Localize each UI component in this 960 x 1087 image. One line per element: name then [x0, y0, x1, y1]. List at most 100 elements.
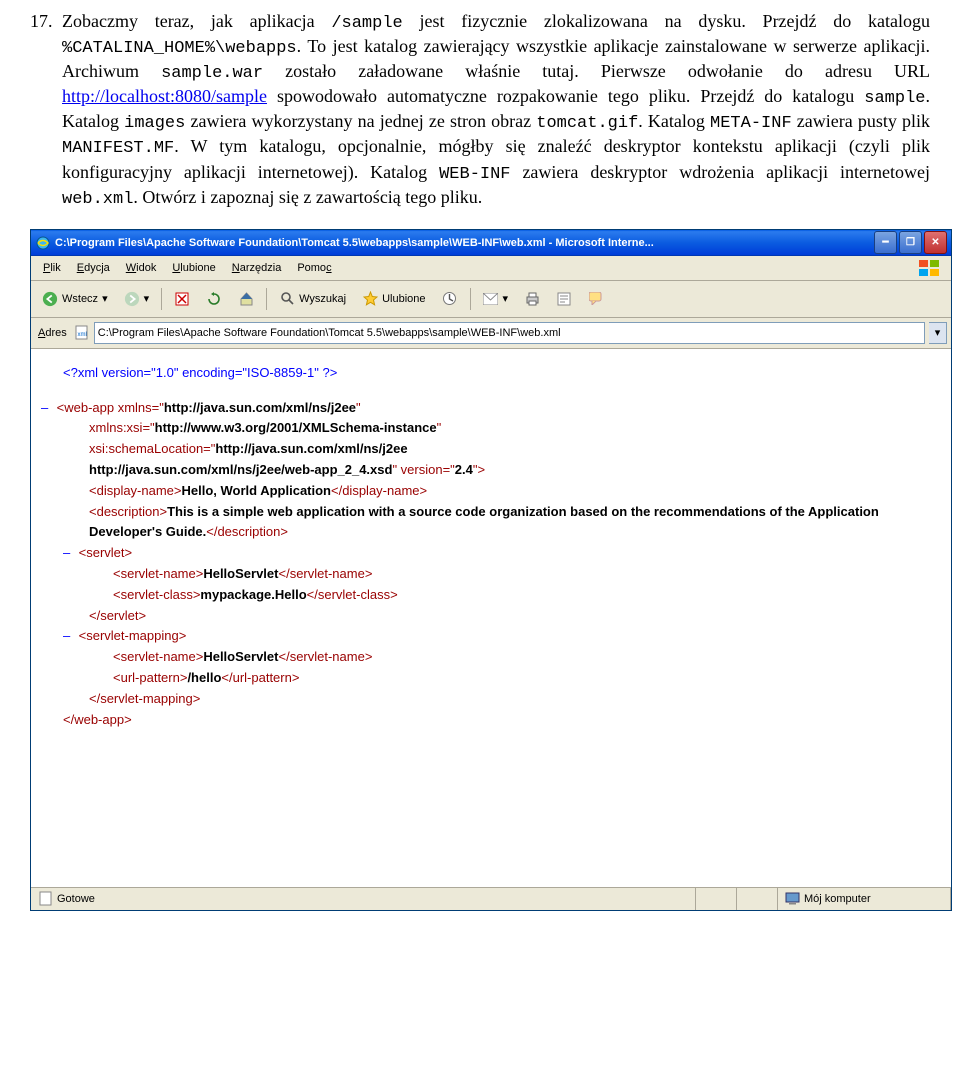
forward-arrow-icon [124, 291, 140, 307]
text: zawiera deskryptor wdrożenia aplikacji i… [511, 162, 930, 182]
back-arrow-icon [42, 291, 58, 307]
menu-pomoc[interactable]: Pomoc [289, 258, 339, 278]
back-button[interactable]: Wstecz ▾ [35, 287, 115, 311]
history-button[interactable] [435, 287, 465, 311]
refresh-button[interactable] [199, 287, 229, 311]
favorites-button[interactable]: Ulubione [355, 287, 432, 311]
xml-text: /hello [187, 670, 221, 685]
xml-tag: <url-pattern> [113, 670, 187, 685]
xml-tag: <web-app xmlns=" [57, 400, 164, 415]
dropdown-arrow-icon: ▾ [144, 292, 150, 306]
xml-attr-val: http://java.sun.com/xml/ns/j2ee [164, 400, 356, 415]
svg-text:xml: xml [78, 332, 87, 338]
address-input[interactable]: C:\Program Files\Apache Software Foundat… [94, 322, 925, 344]
ie-icon [35, 235, 51, 251]
xml-tag: " [356, 400, 361, 415]
xml-tag: <display-name> [89, 483, 182, 498]
xml-file-icon: xml [74, 325, 90, 341]
code: META-INF [710, 114, 792, 133]
home-icon [238, 291, 254, 307]
status-empty-1 [696, 888, 737, 910]
xml-tag: </url-pattern> [221, 670, 299, 685]
xml-text: mypackage.Hello [200, 587, 306, 602]
xml-tag: <servlet> [79, 545, 132, 560]
edit-button[interactable] [549, 287, 579, 311]
xml-tag: " [437, 420, 442, 435]
text: zostało załadowane właśnie tutaj. Pierws… [263, 61, 930, 81]
text: Zobaczmy teraz, jak aplikacja [62, 11, 331, 31]
status-text-panel: Gotowe [31, 888, 696, 910]
address-bar: Adres xml C:\Program Files\Apache Softwa… [31, 318, 951, 349]
url-link[interactable]: http://localhost:8080/sample [62, 86, 267, 106]
search-button[interactable]: Wyszukaj [272, 287, 353, 311]
xml-tag: <description> [89, 504, 167, 519]
menu-widok[interactable]: Widok [118, 258, 165, 278]
refresh-icon [206, 291, 222, 307]
address-value: C:\Program Files\Apache Software Foundat… [98, 326, 561, 340]
titlebar: C:\Program Files\Apache Software Foundat… [31, 230, 951, 256]
code: web.xml [62, 190, 133, 209]
mail-button[interactable]: ▾ [476, 287, 516, 311]
content-area: <?xml version="1.0" encoding="ISO-8859-1… [31, 349, 951, 887]
discuss-button[interactable] [581, 287, 611, 311]
menu-plik[interactable]: Plik [35, 258, 69, 278]
xml-attr-val: 2.4 [455, 462, 473, 477]
code: sample.war [161, 64, 263, 83]
windows-flag-icon [911, 257, 947, 279]
xml-tag: " version=" [392, 462, 454, 477]
star-icon [362, 291, 378, 307]
text: jest fizycznie zlokalizowana na dysku. P… [403, 11, 930, 31]
text: . Otwórz i zapoznaj się z zawartością te… [133, 187, 482, 207]
code: tomcat.gif [536, 114, 638, 133]
collapse-toggle[interactable]: – [63, 543, 75, 564]
search-label: Wyszukaj [299, 292, 346, 306]
maximize-button[interactable]: ❐ [899, 231, 922, 254]
forward-button[interactable]: ▾ [117, 287, 157, 311]
collapse-toggle[interactable]: – [63, 626, 75, 647]
text: zawiera wykorzystany na jednej ze stron … [185, 111, 536, 131]
menubar: Plik Edycja Widok Ulubione Narzędzia Pom… [31, 256, 951, 281]
xml-tag: xmlns:xsi=" [89, 420, 155, 435]
xml-pi: <?xml version="1.0" encoding="ISO-8859-1… [63, 365, 337, 380]
code: WEB-INF [439, 165, 510, 184]
close-button[interactable]: ✕ [924, 231, 947, 254]
xml-tag: </web-app> [63, 712, 132, 727]
minimize-button[interactable]: ━ [874, 231, 897, 254]
xml-tag: </servlet-class> [307, 587, 398, 602]
menu-edycja[interactable]: Edycja [69, 258, 118, 278]
xml-tag: <servlet-mapping> [79, 628, 187, 643]
xml-tag: </servlet-name> [278, 649, 372, 664]
status-text: Gotowe [57, 892, 95, 906]
stop-button[interactable] [167, 287, 197, 311]
status-zone-text: Mój komputer [804, 892, 871, 906]
address-label: Adres [35, 326, 70, 340]
xml-tag: <servlet-name> [113, 649, 203, 664]
xml-text: HelloServlet [203, 649, 278, 664]
code: images [124, 114, 185, 133]
xml-tag: </display-name> [331, 483, 427, 498]
document-list-item: 17. Zobaczmy teraz, jak aplikacja /sampl… [30, 10, 930, 211]
menu-ulubione[interactable]: Ulubione [164, 258, 223, 278]
menu-narzedzia[interactable]: Narzędzia [224, 258, 290, 278]
xml-tag: </description> [206, 524, 288, 539]
xml-tag: </servlet-mapping> [89, 691, 200, 706]
xml-tag: <servlet-class> [113, 587, 200, 602]
history-icon [442, 291, 458, 307]
address-dropdown-button[interactable]: ▾ [929, 322, 947, 344]
item-body: Zobaczmy teraz, jak aplikacja /sample je… [62, 10, 930, 211]
item-number: 17. [30, 10, 62, 33]
text: zawiera pusty plik [792, 111, 930, 131]
stop-icon [174, 291, 190, 307]
text: spowodowało automatyczne rozpakowanie te… [267, 86, 864, 106]
window-buttons: ━ ❐ ✕ [874, 231, 947, 254]
search-icon [279, 291, 295, 307]
print-icon [524, 291, 540, 307]
edit-icon [556, 291, 572, 307]
xml-tag: xsi:schemaLocation=" [89, 441, 215, 456]
xml-tag: <servlet-name> [113, 566, 203, 581]
print-button[interactable] [517, 287, 547, 311]
home-button[interactable] [231, 287, 261, 311]
collapse-toggle[interactable]: – [41, 398, 53, 419]
ie-window: C:\Program Files\Apache Software Foundat… [30, 229, 952, 911]
xml-tag: </servlet-name> [278, 566, 372, 581]
